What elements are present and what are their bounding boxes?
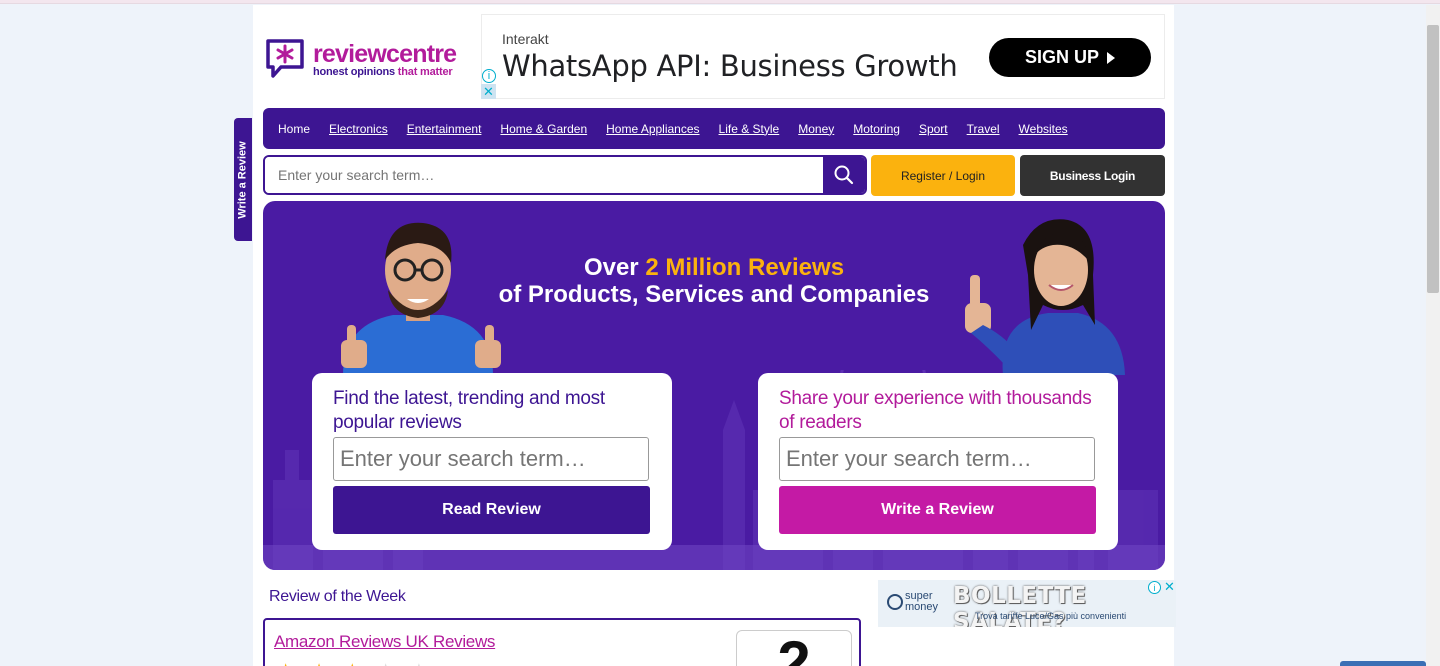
nav-item-websites[interactable]: Websites	[1019, 122, 1068, 136]
read-review-button[interactable]: Read Review	[333, 486, 650, 534]
logo-name: reviewcentre	[313, 39, 457, 68]
nav-item-life-style[interactable]: Life & Style	[719, 122, 780, 136]
ad-signup-button[interactable]: SIGN UP	[989, 38, 1151, 77]
nav-item-sport[interactable]: Sport	[919, 122, 948, 136]
supermoney-logo-bottom: money	[905, 601, 939, 613]
logo-speech-bubble-icon	[265, 38, 305, 80]
star-empty-icon: ★	[374, 660, 397, 666]
read-review-card: Find the latest, trending and most popul…	[312, 373, 672, 550]
hero-title-line2: of Products, Services and Companies	[498, 281, 930, 308]
supermoney-logo: super money	[887, 591, 938, 613]
nav-item-travel[interactable]: Travel	[967, 122, 1000, 136]
nav-item-entertainment[interactable]: Entertainment	[407, 122, 482, 136]
bottom-ad-close-icon[interactable]: ✕	[1163, 580, 1176, 594]
main-navigation: Home Electronics Entertainment Home & Ga…	[263, 108, 1165, 149]
hero-title: Over 2 Million Reviews of Products, Serv…	[263, 254, 1165, 308]
ad-info-icon[interactable]: i	[482, 69, 496, 83]
review-of-the-week-link[interactable]: Amazon Reviews UK Reviews	[274, 632, 495, 652]
logo-tagline-highlight: that matter	[397, 65, 453, 78]
page-scrollbar[interactable]	[1426, 5, 1440, 666]
nav-item-electronics[interactable]: Electronics	[329, 122, 388, 136]
header-search	[263, 155, 867, 195]
search-icon	[834, 165, 854, 185]
write-review-side-tab-label: Write a Review	[237, 140, 250, 219]
business-login-button[interactable]: Business Login	[1020, 155, 1165, 196]
ad-close-icon[interactable]: ✕	[481, 84, 496, 99]
star-icon: ★	[274, 660, 297, 666]
ad-signup-label: SIGN UP	[1024, 47, 1099, 67]
write-review-button[interactable]: Write a Review	[779, 486, 1096, 534]
register-login-button[interactable]: Register / Login	[871, 155, 1015, 196]
bottom-advertisement[interactable]: super money BOLLETTE SALATE? Trova tarif…	[878, 580, 1176, 627]
review-of-the-week-card: Amazon Reviews UK Reviews ★ ★ ★ ★ ★ 2	[263, 618, 861, 666]
search-button[interactable]	[823, 157, 865, 193]
nav-item-money[interactable]: Money	[798, 122, 834, 136]
search-input[interactable]	[265, 157, 825, 193]
hero-title-prefix: Over	[583, 254, 646, 281]
play-arrow-icon	[1107, 51, 1115, 64]
nav-item-home[interactable]: Home	[278, 122, 310, 136]
browser-top-edge	[0, 0, 1440, 4]
rating-stars: ★ ★ ★ ★ ★	[274, 660, 431, 666]
star-empty-icon: ★	[407, 660, 430, 666]
site-logo[interactable]: reviewcentre honest opinions that matter	[265, 38, 457, 80]
bottom-ad-info-icon[interactable]: i	[1148, 581, 1161, 594]
read-review-heading: Find the latest, trending and most popul…	[333, 388, 605, 433]
top-advertisement[interactable]: Interakt WhatsApp API: Business Growth S…	[481, 14, 1165, 99]
star-icon: ★	[307, 660, 330, 666]
hero-banner: Over 2 Million Reviews of Products, Serv…	[263, 201, 1165, 570]
hero-title-highlight: 2 Million Reviews	[645, 254, 845, 281]
nav-item-motoring[interactable]: Motoring	[853, 122, 900, 136]
logo-tagline-prefix: honest opinions	[313, 65, 398, 78]
review-score: 2	[736, 630, 852, 666]
logo-tagline: honest opinions that matter	[313, 66, 456, 78]
ad-brand: Interakt	[502, 31, 549, 47]
ad-headline[interactable]: WhatsApp API: Business Growth	[502, 49, 958, 83]
read-review-search-input[interactable]	[333, 437, 649, 481]
write-review-card: Share your experience with thousands of …	[758, 373, 1118, 550]
write-review-heading: Share your experience with thousands of …	[779, 388, 1092, 433]
bottom-ad-subtext: Trova tariffe Luce/Gas più convenienti	[975, 611, 1127, 621]
write-review-side-tab[interactable]: Write a Review	[234, 118, 252, 241]
scrollbar-thumb[interactable]	[1427, 25, 1439, 293]
review-of-the-week-title: Review of the Week	[269, 588, 406, 605]
write-review-search-input[interactable]	[779, 437, 1095, 481]
nav-item-home-appliances[interactable]: Home Appliances	[606, 122, 699, 136]
floating-corner-button[interactable]	[1340, 661, 1426, 666]
supermoney-ring-icon	[887, 594, 903, 610]
nav-item-home-garden[interactable]: Home & Garden	[500, 122, 587, 136]
star-icon: ★	[341, 660, 364, 666]
